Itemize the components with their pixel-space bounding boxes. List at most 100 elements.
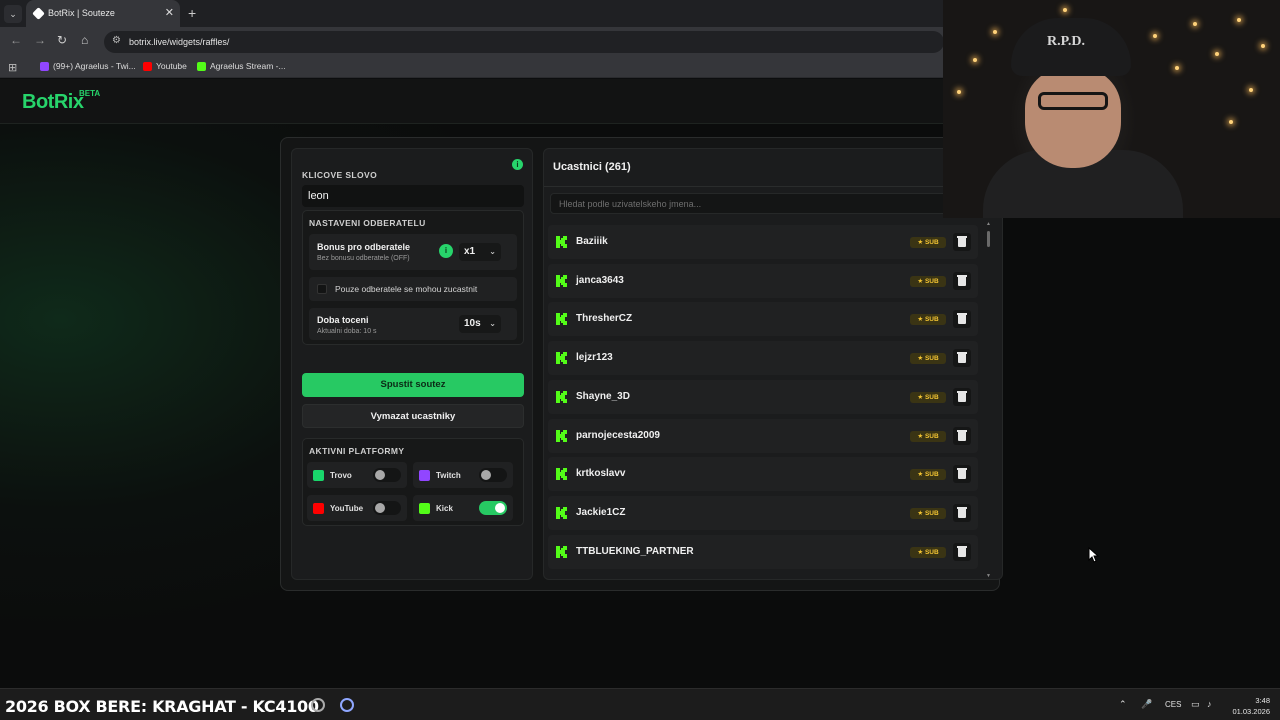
participant-username: janca3643 — [576, 274, 624, 286]
stream-ticker: 2026 BOX BERE: KRAGHAT - KC4100 — [5, 697, 319, 716]
participant-username: Shayne_3D — [576, 390, 630, 402]
bonus-multiplier-select[interactable]: x1 ⌄ — [459, 243, 501, 261]
tray-chevron-up-icon[interactable]: ⌃ — [1119, 699, 1127, 710]
bookmark-twitch[interactable]: (99+) Agraelus - Twi... — [40, 61, 136, 71]
platform-kick: Kick — [413, 495, 513, 521]
start-raffle-button[interactable]: Spustit soutez — [302, 373, 524, 397]
url-omnibox[interactable]: ⚙ botrix.live/widgets/raffles/ — [104, 31, 944, 53]
platform-name: Trovo — [330, 471, 352, 480]
kick-toggle[interactable] — [479, 501, 507, 515]
botrix-logo[interactable]: BotRix — [22, 91, 84, 114]
scroll-up-arrow-icon[interactable]: ▲ — [986, 221, 991, 227]
chevron-down-icon: ⌄ — [489, 247, 496, 256]
remove-participant-button[interactable] — [953, 387, 971, 406]
only-subs-label: Pouze odberatele se mohou zucastnit — [335, 284, 478, 294]
spin-duration-row: Doba toceni Aktualni doba: 10 s 10s ⌄ — [309, 308, 517, 340]
platform-name: Twitch — [436, 471, 461, 480]
browser-tab-active[interactable]: BotRix | Souteze ✕ — [26, 0, 180, 27]
site-info-icon[interactable]: ⚙ — [112, 35, 121, 46]
spin-duration-subtitle: Aktualni doba: 10 s — [317, 328, 377, 335]
sub-badge: ★ SUB — [910, 507, 946, 519]
spin-duration-select[interactable]: 10s ⌄ — [459, 315, 501, 333]
url-text: botrix.live/widgets/raffles/ — [129, 37, 230, 47]
remove-participant-button[interactable] — [953, 465, 971, 484]
participant-username: TTBLUEKING_PARTNER — [576, 545, 694, 557]
microphone-icon[interactable]: 🎤 — [1141, 699, 1152, 710]
remove-participant-button[interactable] — [953, 426, 971, 445]
kick-icon — [556, 313, 567, 326]
kick-icon — [556, 506, 567, 519]
keyword-label: KLICOVE SLOVO — [302, 170, 378, 180]
bonus-info-icon[interactable]: i — [439, 244, 453, 258]
participant-username: krtkoslavv — [576, 468, 626, 480]
tab-search-dropdown[interactable]: ⌄ — [4, 5, 22, 23]
participant-row: janca3643 ★ SUB — [548, 263, 978, 298]
network-icon[interactable]: ▭ — [1191, 699, 1200, 710]
participant-username: lejzr123 — [576, 352, 613, 364]
sub-badge: ★ SUB — [910, 546, 946, 558]
remove-participant-button[interactable] — [953, 349, 971, 368]
new-tab-button[interactable]: + — [188, 5, 196, 21]
kick-icon — [556, 236, 567, 248]
tab-close-icon[interactable]: ✕ — [165, 6, 174, 19]
only-subs-row[interactable]: Pouze odberatele se mohou zucastnit — [309, 277, 517, 301]
sub-badge: ★ SUB — [910, 275, 946, 287]
twitch-icon — [419, 470, 430, 481]
sub-badge: ★ SUB — [910, 430, 946, 442]
clear-participants-button[interactable]: Vymazat ucastniky — [302, 404, 524, 428]
bookmark-youtube[interactable]: Youtube — [143, 61, 187, 71]
youtube-toggle[interactable] — [373, 501, 401, 515]
participant-search-input[interactable] — [550, 193, 1002, 214]
scroll-down-arrow-icon[interactable]: ▼ — [986, 573, 991, 579]
volume-icon[interactable]: ♪ — [1207, 699, 1212, 709]
platform-twitch: Twitch — [413, 462, 513, 488]
trovo-toggle[interactable] — [373, 468, 401, 482]
remove-participant-button[interactable] — [953, 271, 971, 290]
kick-icon — [556, 545, 567, 558]
home-icon[interactable]: ⌂ — [81, 33, 88, 47]
person-face — [1025, 68, 1121, 168]
bonus-subtitle: Bez bonusu odberatele (OFF) — [317, 255, 410, 262]
sub-badge: ★ SUB — [910, 353, 946, 365]
apps-grid-icon[interactable]: ⊞ — [8, 61, 17, 74]
remove-participant-button[interactable] — [953, 542, 971, 561]
participant-row: Shayne_3D ★ SUB — [548, 379, 978, 414]
taskbar-app-icon[interactable] — [340, 698, 354, 712]
kick-icon — [556, 352, 567, 365]
spin-duration-title: Doba toceni — [317, 315, 369, 325]
participant-row: Baziiik ★ SUB — [548, 225, 978, 259]
platform-trovo: Trovo — [307, 462, 407, 488]
participants-scrollbar[interactable] — [987, 231, 990, 247]
raffle-panel: KLICOVE SLOVO i NASTAVENI ODBERATELU Bon… — [280, 137, 1003, 591]
participants-title: Ucastnici (261) — [553, 161, 631, 173]
sub-badge: ★ SUB — [910, 237, 946, 248]
back-arrow-icon[interactable]: ← — [10, 33, 22, 47]
bookmark-kick[interactable]: Agraelus Stream -... — [197, 61, 286, 71]
reload-icon[interactable]: ↻ — [57, 33, 67, 47]
trovo-icon — [313, 470, 324, 481]
twitch-toggle[interactable] — [479, 468, 507, 482]
keyword-info-icon[interactable]: i — [512, 159, 523, 170]
clock-time: 3:48 — [1255, 696, 1270, 705]
forward-arrow-icon[interactable]: → — [34, 33, 46, 47]
participant-row: Jackie1CZ ★ SUB — [548, 495, 978, 530]
platform-name: Kick — [436, 504, 453, 513]
platforms-box: AKTIVNI PLATFORMY Trovo Twitch YouTube K… — [302, 438, 524, 526]
cap-logo-text: R.P.D. — [1047, 34, 1085, 49]
clock-date: 01.03.2026 — [1232, 707, 1270, 716]
language-indicator[interactable]: CES — [1165, 700, 1181, 709]
remove-participant-button[interactable] — [953, 233, 971, 251]
system-clock[interactable]: 3:48 01.03.2026 — [1230, 695, 1270, 717]
bonus-row: Bonus pro odberatele Bez bonusu odberate… — [309, 234, 517, 270]
subscriber-settings-box: NASTAVENI ODBERATELU Bonus pro odberatel… — [302, 210, 524, 345]
participant-row: krtkoslavv ★ SUB — [548, 457, 978, 492]
remove-participant-button[interactable] — [953, 503, 971, 522]
bonus-multiplier-value: x1 — [464, 246, 476, 257]
remove-participant-button[interactable] — [953, 310, 971, 329]
keyword-input[interactable] — [302, 185, 524, 207]
taskbar-app-icon[interactable] — [311, 698, 325, 712]
participant-username: ThresherCZ — [576, 313, 633, 325]
only-subs-checkbox[interactable] — [317, 284, 327, 294]
platforms-label: AKTIVNI PLATFORMY — [309, 446, 405, 456]
kick-icon — [556, 390, 567, 403]
